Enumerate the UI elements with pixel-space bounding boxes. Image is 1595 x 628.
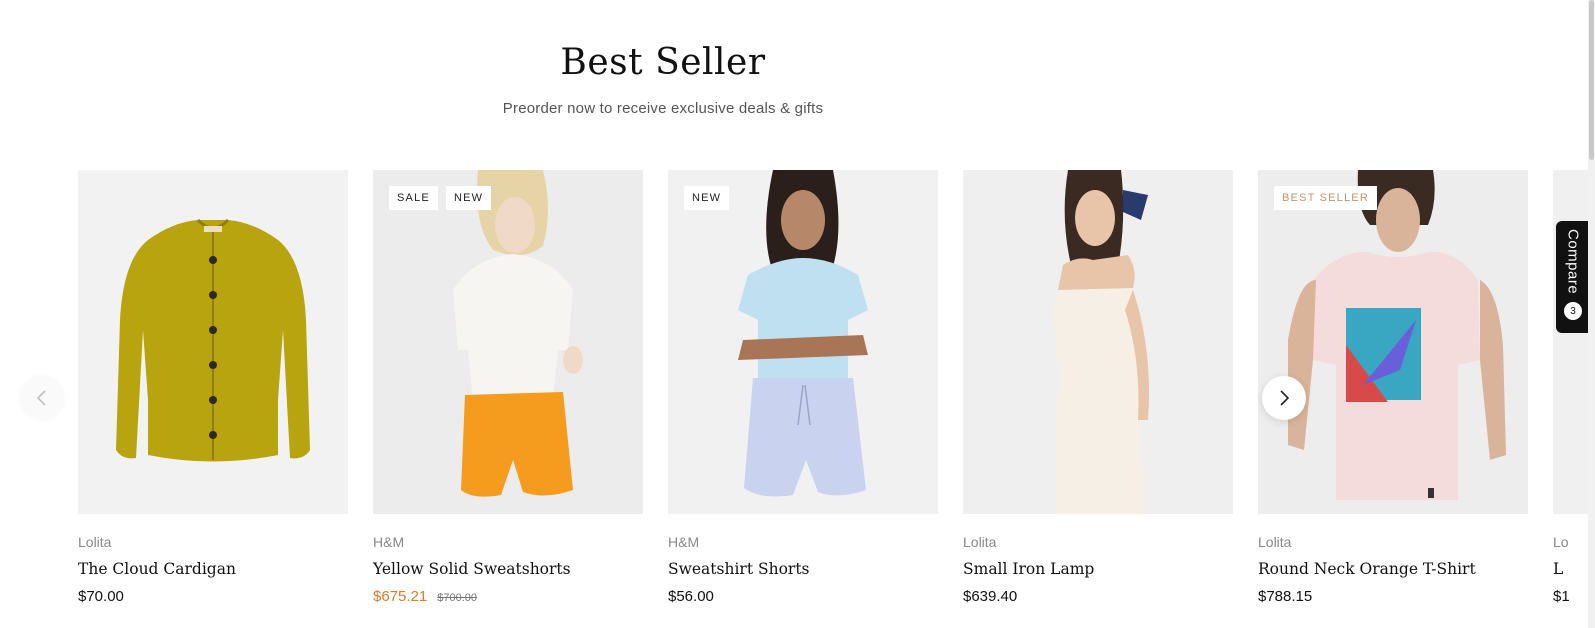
product-card[interactable]: Lolita Small Iron Lamp $639.40 (963, 170, 1233, 605)
product-title[interactable]: Yellow Solid Sweatshorts (373, 560, 643, 578)
product-image-iron-lamp[interactable] (963, 170, 1233, 514)
product-price: $788.15 (1258, 588, 1528, 605)
product-vendor: Lolita (963, 534, 997, 550)
section-title: Best Seller (560, 42, 766, 83)
price-value: $788.15 (1258, 588, 1313, 605)
sale-price: $675.21 (373, 588, 428, 605)
carousel-next-button[interactable] (1262, 376, 1306, 420)
product-image-round-neck-tshirt[interactable]: BEST SELLER (1258, 170, 1528, 514)
sweatshirt-shorts-illustration (668, 170, 938, 514)
product-image-sweatshirt-shorts[interactable]: NEW (668, 170, 938, 514)
badge-group: SALE NEW (389, 186, 492, 210)
product-vendor: H&M (373, 534, 405, 550)
badge-sale: SALE (389, 186, 438, 210)
price-value: $56.00 (668, 588, 714, 605)
product-price: $70.00 (78, 588, 348, 605)
product-price: $56.00 (668, 588, 938, 605)
compare-drawer-tab[interactable]: Compare 3 (1556, 221, 1590, 333)
price-value: $70.00 (78, 588, 124, 605)
compare-at-price: $700.00 (437, 592, 477, 604)
badge-group: BEST SELLER (1274, 186, 1377, 210)
product-title[interactable]: Round Neck Orange T-Shirt (1258, 560, 1528, 578)
product-title[interactable]: Sweatshirt Shorts (668, 560, 938, 578)
section-subtitle: Preorder now to receive exclusive deals … (502, 100, 824, 117)
chevron-left-icon (36, 390, 46, 406)
product-vendor: Lolita (78, 534, 112, 550)
page-scrollbar[interactable] (1588, 0, 1595, 628)
price-value: $1 (1553, 588, 1570, 605)
compare-label: Compare (1564, 229, 1582, 295)
carousel-prev-button[interactable] (20, 376, 64, 420)
product-card[interactable]: NEW H&M Sweatshirt Shorts $56.00 (668, 170, 938, 605)
product-price: $675.21 $700.00 (373, 588, 643, 605)
tshirt-illustration (1258, 170, 1528, 514)
badge-new: NEW (445, 186, 492, 210)
product-carousel: Lolita The Cloud Cardigan $70.00 SALE NE… (78, 170, 1595, 628)
price-value: $639.40 (963, 588, 1018, 605)
chevron-right-icon (1280, 390, 1290, 406)
section-heading: Best Seller Preorder now to receive excl… (0, 40, 1326, 117)
product-image-sweatshorts[interactable]: SALE NEW (373, 170, 643, 514)
product-vendor: Lolita (1258, 534, 1292, 550)
product-title[interactable]: The Cloud Cardigan (78, 560, 348, 578)
badge-best-seller: BEST SELLER (1274, 186, 1377, 210)
cardigan-illustration (78, 170, 348, 514)
scrollbar-thumb[interactable] (1589, 0, 1594, 160)
jumpsuit-illustration (963, 170, 1233, 514)
badge-group: NEW (684, 186, 730, 210)
product-image-cardigan[interactable] (78, 170, 348, 514)
compare-count-badge: 3 (1564, 302, 1582, 321)
product-vendor: H&M (668, 534, 700, 550)
product-card[interactable]: Lolita The Cloud Cardigan $70.00 (78, 170, 348, 605)
product-title[interactable]: Small Iron Lamp (963, 560, 1233, 578)
badge-new: NEW (684, 186, 730, 210)
product-price: $639.40 (963, 588, 1233, 605)
product-card[interactable]: SALE NEW H&M Yellow Solid Sweatshorts $6… (373, 170, 643, 605)
sweatshorts-illustration (373, 170, 643, 514)
